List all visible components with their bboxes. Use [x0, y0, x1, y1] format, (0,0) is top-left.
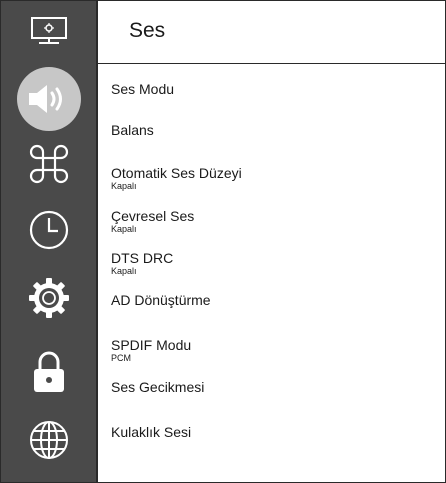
menu-item-spdif-mode[interactable]: SPDIF Modu PCM — [111, 337, 431, 363]
menu-item-label: Otomatik Ses Düzeyi — [111, 165, 242, 181]
menu-item-sound-delay[interactable]: Ses Gecikmesi — [111, 379, 431, 395]
menu-item-headphone-volume[interactable]: Kulaklık Sesi — [111, 424, 431, 440]
command-icon — [29, 144, 68, 184]
menu-item-auto-volume[interactable]: Otomatik Ses Düzeyi Kapalı — [111, 165, 431, 191]
header: Ses — [98, 1, 445, 64]
menu-item-label: Ses Modu — [111, 81, 175, 97]
menu-item-label: AD Dönüştürme — [111, 292, 211, 308]
menu-item-value: Kapalı — [111, 224, 137, 234]
page-title: Ses — [129, 19, 166, 42]
sidebar-item-sound[interactable] — [1, 66, 96, 132]
menu-item-value: Kapalı — [111, 181, 137, 191]
menu-item-value: PCM — [111, 353, 131, 363]
sidebar-item-lock[interactable] — [1, 347, 96, 397]
menu-item-label: Kulaklık Sesi — [111, 424, 192, 440]
sidebar-item-settings[interactable] — [1, 273, 96, 323]
menu-item-dts-drc[interactable]: DTS DRC Kapalı — [111, 250, 431, 276]
menu-item-label: DTS DRC — [111, 250, 174, 266]
menu-item-sound-mode[interactable]: Ses Modu — [111, 81, 431, 97]
sidebar-item-timer[interactable] — [1, 205, 96, 255]
menu-item-balance[interactable]: Balans — [111, 122, 431, 138]
lock-icon — [33, 351, 64, 392]
menu-item-value: Kapalı — [111, 266, 137, 276]
sidebar — [1, 1, 98, 482]
speaker-icon — [28, 85, 62, 113]
menu-item-label: Çevresel Ses — [111, 208, 195, 224]
sound-settings-window: Ses Ses Modu Balans Otomatik Ses Düzeyi … — [0, 0, 446, 483]
clock-icon — [29, 210, 68, 250]
menu-item-ad-conversion[interactable]: AD Dönüştürme — [111, 292, 431, 308]
sidebar-item-general[interactable] — [1, 139, 96, 189]
menu-item-surround-sound[interactable]: Çevresel Ses Kapalı — [111, 208, 431, 234]
globe-icon — [29, 421, 68, 459]
active-item-highlight — [16, 67, 81, 131]
menu-item-label: Balans — [111, 122, 154, 138]
display-icon — [30, 17, 67, 44]
sidebar-item-picture[interactable] — [1, 11, 96, 51]
menu-item-label: Ses Gecikmesi — [111, 379, 205, 395]
settings-gear-icon — [28, 278, 69, 318]
menu-item-label: SPDIF Modu — [111, 337, 192, 353]
main-panel: Ses Ses Modu Balans Otomatik Ses Düzeyi … — [98, 1, 445, 482]
sidebar-item-network[interactable] — [1, 415, 96, 465]
